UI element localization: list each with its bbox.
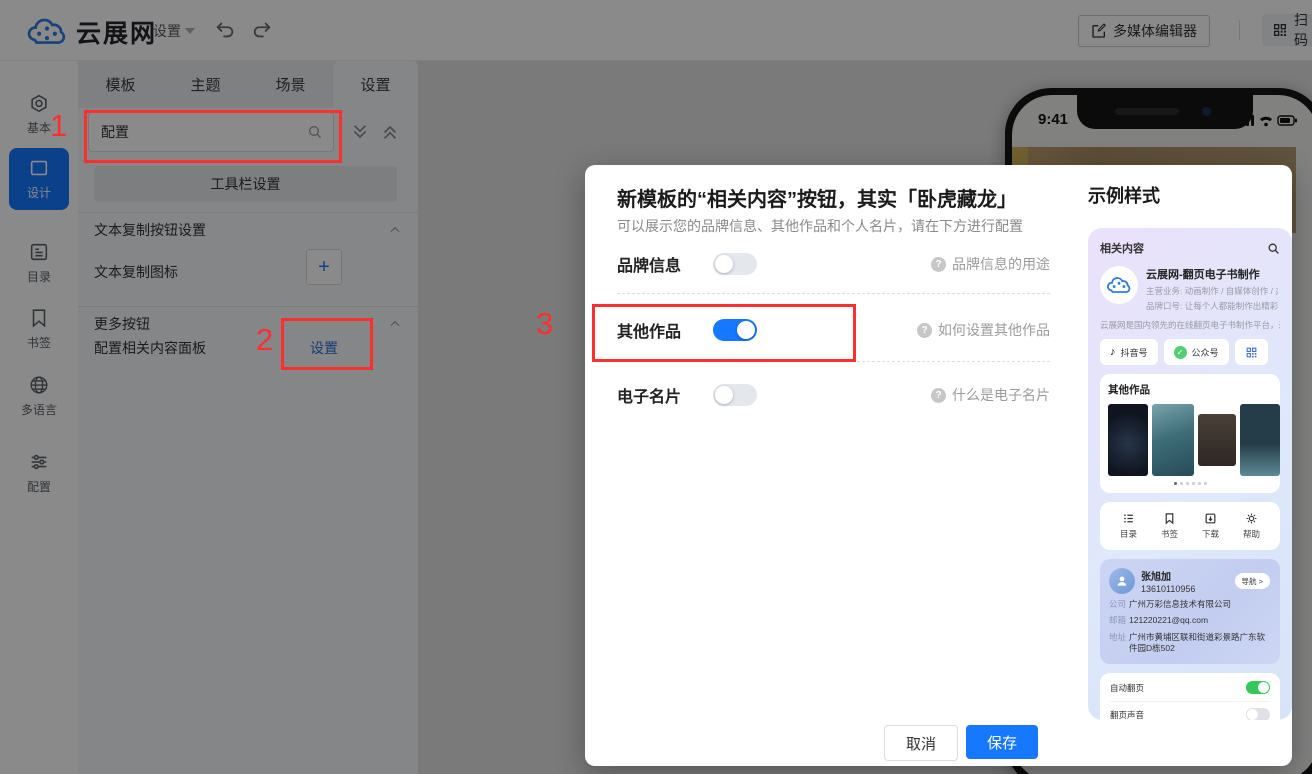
related-content-config-dialog: 新模板的“相关内容”按钮，其实「卧虎藏龙」 可以展示您的品牌信息、其他作品和个人…	[585, 165, 1292, 766]
step-2-marker: 2	[256, 322, 273, 358]
step-3-highlight-box	[592, 304, 856, 362]
gear-icon	[1245, 512, 1258, 525]
brand-slogan-line: 品牌口号: 让每个人都能制作出精彩有创意的数字...	[1146, 300, 1278, 312]
flip-sound-toggle[interactable]	[1246, 708, 1270, 720]
address-row: 地址 广州市黄埔区联和街道彩景路广东软件园D栋502	[1109, 632, 1271, 655]
brand-business-line: 主营业务: 动画制作 / 自媒体创作 / 办公软件	[1146, 285, 1278, 297]
company-row: 公司 广州万彩信息技术有限公司	[1109, 599, 1271, 610]
e-card-label: 电子名片	[617, 383, 713, 407]
email-row: 邮箱 121220221@qq.com	[1109, 615, 1271, 626]
help-text: 什么是电子名片	[952, 385, 1050, 405]
field-value: 广州市黄埔区联和街道彩景路广东软件园D栋502	[1129, 632, 1271, 655]
auto-flip-toggle[interactable]	[1246, 681, 1270, 694]
brand-description-text: 云展网是国内领先的在线翻页电子书制作平台，过百万用户...	[1100, 320, 1280, 330]
field-value: 121220221@qq.com	[1129, 615, 1208, 626]
wechat-official-button[interactable]: ✓ 公众号	[1164, 339, 1229, 365]
wechat-label: 公众号	[1192, 346, 1219, 359]
work-thumbnail[interactable]	[1108, 404, 1148, 476]
brand-description: 云展网是国内领先的在线翻页电子书制作平台，过百万用户...更多	[1100, 319, 1280, 331]
toolbar-download-button[interactable]: 下载	[1202, 512, 1219, 540]
question-icon: ?	[931, 388, 946, 403]
field-label: 邮箱	[1109, 615, 1129, 626]
check-icon: ✓	[1174, 346, 1187, 359]
brand-info-row: 品牌信息 ? 品牌信息的用途	[617, 249, 1050, 279]
related-content-header: 相关内容	[1100, 240, 1144, 256]
work-thumbnail[interactable]	[1198, 414, 1236, 466]
douyin-label: 抖音号	[1121, 346, 1148, 359]
qr-code-icon	[1245, 346, 1258, 359]
brand-info-toggle[interactable]	[713, 253, 757, 275]
toolbar-label: 下载	[1202, 528, 1219, 540]
auto-flip-row: 自动翻页	[1110, 675, 1270, 702]
e-card-help-link[interactable]: ? 什么是电子名片	[931, 385, 1050, 405]
work-thumbnail[interactable]	[1152, 404, 1194, 476]
business-card: 张旭加 13610110956 导航 > 公司 广州万彩信息技术有限公司 邮箱 …	[1100, 559, 1280, 664]
list-icon	[1122, 512, 1135, 525]
bookmark-icon	[1163, 512, 1176, 525]
help-text: 品牌信息的用途	[952, 254, 1050, 274]
other-works-help-link[interactable]: ? 如何设置其他作品	[917, 320, 1050, 340]
help-text: 如何设置其他作品	[938, 320, 1050, 340]
cancel-button[interactable]: 取消	[884, 725, 958, 761]
mini-program-qr-button[interactable]	[1235, 339, 1268, 365]
e-card-row: 电子名片 ? 什么是电子名片	[617, 380, 1050, 410]
avatar	[1109, 568, 1135, 594]
toolbar-catalog-button[interactable]: 目录	[1120, 512, 1137, 540]
step-1-marker: 1	[50, 108, 67, 144]
contact-name: 张旭加	[1141, 568, 1195, 583]
setting-label: 自动翻页	[1110, 682, 1144, 694]
works-thumbnails	[1108, 404, 1272, 476]
work-thumbnail[interactable]	[1240, 404, 1280, 476]
download-icon	[1204, 512, 1217, 525]
brand-logo-icon	[1100, 266, 1138, 304]
navigate-button[interactable]: 导航 >	[1235, 573, 1270, 589]
flip-sound-row: 翻页声音	[1110, 702, 1270, 720]
field-label: 地址	[1109, 632, 1129, 655]
app-window: 云展网 设置 多媒体编辑器	[0, 0, 1312, 774]
douyin-button[interactable]: ♪ 抖音号	[1100, 339, 1158, 365]
brand-name: 云展网-翻页电子书制作	[1146, 266, 1278, 282]
brand-info-block: 云展网-翻页电子书制作 主营业务: 动画制作 / 自媒体创作 / 办公软件 品牌…	[1100, 266, 1280, 312]
brand-info-help-link[interactable]: ? 品牌信息的用途	[931, 254, 1050, 274]
step-1-highlight-box	[84, 110, 342, 163]
toolbar-bookmark-button[interactable]: 书签	[1161, 512, 1178, 540]
carousel-dots	[1108, 482, 1272, 485]
step-3-marker: 3	[536, 306, 553, 342]
e-card-toggle[interactable]	[713, 384, 757, 406]
field-value: 广州万彩信息技术有限公司	[1129, 599, 1231, 610]
toolbar-label: 帮助	[1243, 528, 1260, 540]
other-works-title: 其他作品	[1108, 382, 1272, 397]
other-works-card: 其他作品	[1100, 374, 1280, 493]
toolbar-label: 目录	[1120, 528, 1137, 540]
search-icon[interactable]	[1267, 242, 1280, 255]
example-preview-card: 相关内容 云展网-翻页电子书制作	[1088, 228, 1292, 720]
dialog-subtitle: 可以展示您的品牌信息、其他作品和个人名片，请在下方进行配置	[617, 216, 1023, 236]
dialog-title: 新模板的“相关内容”按钮，其实「卧虎藏龙」	[617, 183, 1017, 212]
save-button[interactable]: 保存	[966, 725, 1038, 759]
question-icon: ?	[917, 323, 932, 338]
question-icon: ?	[931, 257, 946, 272]
toolbar-label: 书签	[1161, 528, 1178, 540]
contact-phone: 13610110956	[1141, 584, 1195, 594]
brand-info-label: 品牌信息	[617, 252, 713, 276]
music-note-icon: ♪	[1110, 346, 1116, 358]
field-label: 公司	[1109, 599, 1129, 610]
example-style-title: 示例样式	[1088, 182, 1160, 208]
row-divider	[617, 293, 1050, 294]
toolbar-help-button[interactable]: 帮助	[1243, 512, 1260, 540]
phone-toolbar-card: 目录 书签 下载	[1100, 502, 1280, 550]
social-buttons-row: ♪ 抖音号 ✓ 公众号	[1100, 339, 1280, 365]
step-2-highlight-box	[281, 318, 373, 370]
setting-label: 翻页声音	[1110, 709, 1144, 720]
reader-settings-card: 自动翻页 翻页声音 背景音乐	[1100, 673, 1280, 720]
